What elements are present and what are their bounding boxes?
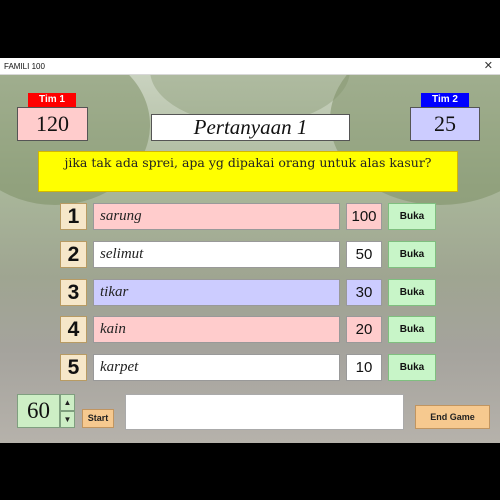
close-icon[interactable]: ✕ bbox=[484, 58, 493, 75]
answer-points: 30 bbox=[346, 279, 382, 306]
answer-number: 3 bbox=[60, 279, 87, 306]
question-text: jika tak ada sprei, apa yg dipakai orang… bbox=[38, 151, 458, 192]
answer-points: 20 bbox=[346, 316, 382, 343]
buka-button-5[interactable]: Buka bbox=[388, 354, 436, 381]
team1-label-text: Tim 1 bbox=[39, 94, 65, 105]
buka-button-2[interactable]: Buka bbox=[388, 241, 436, 268]
question-title: Pertanyaan 1 bbox=[151, 114, 350, 141]
answer-number: 5 bbox=[60, 354, 87, 381]
answer-points: 50 bbox=[346, 241, 382, 268]
buka-button-3[interactable]: Buka bbox=[388, 279, 436, 306]
start-button[interactable]: Start bbox=[82, 409, 114, 428]
team1-score: 120 bbox=[17, 107, 88, 141]
answer-text: kain bbox=[93, 316, 340, 343]
answer-number: 2 bbox=[60, 241, 87, 268]
timer-value[interactable]: 60 bbox=[17, 394, 60, 428]
spin-up-icon[interactable]: ▲ bbox=[60, 394, 75, 411]
team1-label: Tim 1 bbox=[28, 93, 76, 107]
end-game-button[interactable]: End Game bbox=[415, 405, 490, 429]
buka-button-4[interactable]: Buka bbox=[388, 316, 436, 343]
answer-number: 4 bbox=[60, 316, 87, 343]
answer-points: 10 bbox=[346, 354, 382, 381]
window-title: FAMILI 100 bbox=[4, 62, 45, 71]
spin-down-icon[interactable]: ▼ bbox=[60, 411, 75, 428]
app-window: FAMILI 100 ✕ Tim 1 120 Tim 2 25 Pertanya… bbox=[0, 0, 500, 500]
answer-points: 100 bbox=[346, 203, 382, 230]
team2-score: 25 bbox=[410, 107, 480, 141]
answer-text: selimut bbox=[93, 241, 340, 268]
answer-text: tikar bbox=[93, 279, 340, 306]
buka-button-1[interactable]: Buka bbox=[388, 203, 436, 230]
answer-text: karpet bbox=[93, 354, 340, 381]
title-bar: FAMILI 100 ✕ bbox=[0, 58, 500, 75]
answer-input[interactable] bbox=[125, 394, 404, 430]
team2-label: Tim 2 bbox=[421, 93, 469, 107]
answer-text: sarung bbox=[93, 203, 340, 230]
answer-number: 1 bbox=[60, 203, 87, 230]
team2-label-text: Tim 2 bbox=[432, 94, 458, 105]
